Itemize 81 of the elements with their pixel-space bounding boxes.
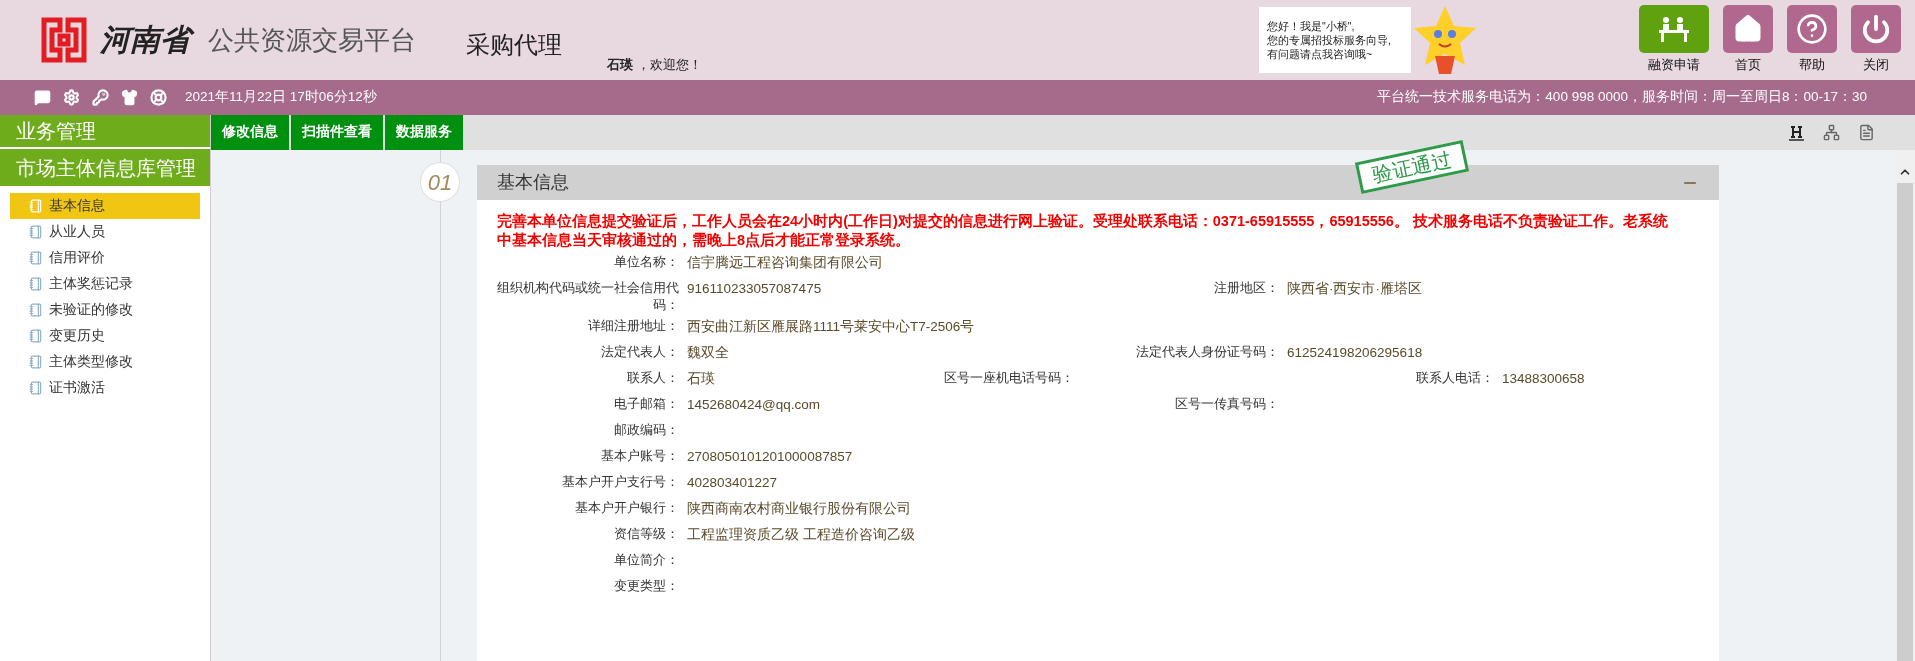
field-label: 资信等级：	[613, 525, 680, 542]
field-label: 基本户开户银行：	[574, 499, 680, 516]
notepad-icon	[29, 303, 43, 317]
notepad-icon	[29, 251, 43, 265]
field-label: 区号一传真号码：	[1174, 395, 1280, 412]
field-value: 工程监理资质乙级 工程造价咨询乙级	[687, 526, 916, 543]
notepad-icon	[29, 381, 43, 395]
shirt-icon[interactable]	[121, 89, 138, 106]
module-title: 采购代理	[466, 30, 562, 60]
home-icon	[1733, 14, 1763, 45]
action-tab[interactable]: 修改信息	[211, 115, 289, 150]
field-label: 基本户账号：	[600, 447, 680, 464]
lifebuoy-icon[interactable]	[150, 89, 167, 106]
field-value: 612524198206295618	[1287, 344, 1424, 361]
sidebar-item[interactable]: 从业人员	[10, 219, 200, 245]
field-value: 魏双全	[687, 344, 730, 361]
message-icon[interactable]	[34, 89, 51, 106]
sidebar-item[interactable]: 主体类型修改	[10, 349, 200, 375]
field-value: 916110233057087475	[687, 280, 823, 297]
assistant-bubble[interactable]: 您好！我是"小桥", 您的专属招投标服务向导, 有问题请点我咨询哦~	[1259, 7, 1411, 73]
service-hotline: 平台统一技术服务电话为：400 998 0000，服务时间：周一至周日8：00-17：30	[1377, 88, 1867, 107]
sidebar-item[interactable]: 主体奖惩记录	[10, 271, 200, 297]
field-label: 区号一座机电话号码：	[943, 369, 1075, 386]
field-label: 邮政编码：	[613, 421, 680, 438]
verification-notice: 完善本单位信息提交验证后，工作人员会在24小时内(工作日)对提交的信息进行网上验证。受理处联系电话：0371-65915555，65915556。 技术服务电话不负责验证工作。老系统中基本信息当天审核通过的，需晚上8点后才能正常登录系统。	[496, 212, 1669, 250]
assistant-text: 您好！我是"小桥",	[1267, 19, 1356, 33]
field-value: 13488300658	[1502, 370, 1586, 387]
province-title: 河南省	[100, 20, 196, 60]
field-value: 西安曲江新区雁展路1111号莱安中心T7-2506号	[687, 318, 976, 335]
field-value: 陕西省·西安市·雁塔区	[1287, 280, 1423, 297]
field-label: 单位简介：	[613, 551, 680, 568]
people-at-desk-icon	[1657, 16, 1691, 43]
field-label: 法定代表人：	[600, 343, 680, 360]
field-label: 电子邮箱：	[613, 395, 680, 412]
field-value: 信宇腾远工程咨询集团有限公司	[687, 254, 884, 271]
group-title: 市场主体信息库管理	[0, 149, 210, 186]
field-label: 基本户开户支行号：	[561, 473, 680, 490]
notepad-icon	[29, 199, 43, 213]
sitemap-icon[interactable]	[1823, 124, 1840, 141]
user-name: 石瑛	[607, 56, 633, 75]
field-value: 402803401227	[687, 474, 779, 491]
notepad-icon	[29, 277, 43, 291]
notepad-icon	[29, 355, 43, 369]
scroll-thumb[interactable]	[1897, 183, 1913, 661]
field-label: 变更类型：	[613, 577, 680, 594]
sidebar-item[interactable]: 信用评价	[10, 245, 200, 271]
key-icon[interactable]	[92, 89, 109, 106]
field-label: 单位名称：	[613, 253, 680, 270]
action-tab[interactable]: 数据服务	[385, 115, 463, 150]
field-label: 注册地区：	[1213, 279, 1280, 296]
assistant-text: 您的专属招投标服务向导,	[1267, 33, 1392, 47]
notepad-icon	[29, 225, 43, 239]
field-label: 联系人：	[626, 369, 680, 386]
scrollbar[interactable]	[1895, 150, 1915, 661]
action-tab[interactable]: 扫描件查看	[291, 115, 383, 150]
date-time: 2021年11月22日 17时06分12秒	[185, 88, 377, 107]
assistant-text: 有问题请点我咨询哦~	[1267, 47, 1374, 61]
help-icon	[1796, 13, 1828, 46]
field-label: 联系人电话：	[1415, 369, 1495, 386]
sidebar-item[interactable]: 证书激活	[10, 375, 200, 401]
logo-icon	[40, 16, 88, 64]
section-title: 业务管理	[0, 115, 210, 149]
sidebar-item[interactable]: 变更历史	[10, 323, 200, 349]
field-label: 组织机构代码或统一社会信用代码：	[496, 279, 680, 313]
welcome-text: ，欢迎您！	[637, 56, 702, 75]
field-value: 陕西商南农村商业银行股份有限公司	[687, 500, 912, 517]
field-label: 法定代表人身份证号码：	[1135, 343, 1280, 360]
panel-title: 基本信息	[497, 171, 569, 194]
settings-icon[interactable]	[63, 89, 80, 106]
field-value: 石瑛	[687, 370, 716, 387]
power-icon	[1861, 14, 1891, 45]
sidebar-item[interactable]: 基本信息	[10, 193, 200, 219]
pdf-icon[interactable]	[1858, 124, 1875, 141]
notepad-icon	[29, 329, 43, 343]
field-label: 详细注册地址：	[587, 317, 680, 334]
sidebar-item[interactable]: 未验证的修改	[10, 297, 200, 323]
platform-title: 公共资源交易平台	[208, 23, 416, 57]
step-number: 01	[420, 162, 460, 202]
field-value: 2708050101201000087857	[687, 448, 854, 465]
field-value: 1452680424@qq.com	[687, 396, 822, 413]
history-icon[interactable]	[1788, 124, 1805, 141]
